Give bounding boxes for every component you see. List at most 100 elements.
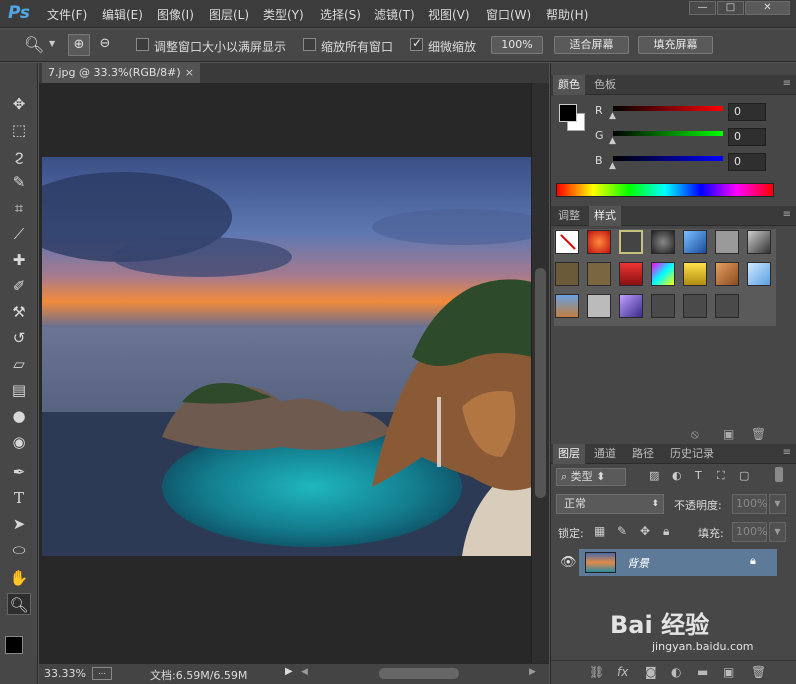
r-slider-handle-icon[interactable]: ▲ xyxy=(609,111,616,121)
style-none[interactable] xyxy=(555,230,579,254)
style-swatch[interactable] xyxy=(587,294,611,318)
opacity-input[interactable]: 100% xyxy=(732,494,767,514)
color-foreground-swatch[interactable] xyxy=(559,104,577,122)
status-menu-arrow-icon[interactable]: ▶ xyxy=(285,666,293,677)
healing-brush-tool-icon[interactable]: ✚ xyxy=(7,249,31,271)
eyedropper-tool-icon[interactable]: ⟋ xyxy=(7,223,31,245)
scrubby-zoom-checkbox[interactable] xyxy=(410,36,423,51)
gradient-tool-icon[interactable]: ▤ xyxy=(7,379,31,401)
zoom-out-icon[interactable]: ⊖ xyxy=(94,34,116,56)
type-tool-icon[interactable]: T xyxy=(7,487,31,509)
document-tab[interactable]: 7.jpg @ 33.3%(RGB/8#) × xyxy=(42,63,200,83)
zoom-tool-preset-icon[interactable]: 🔍︎ xyxy=(24,35,44,54)
link-layers-icon[interactable]: ⛓︎ xyxy=(589,665,604,679)
style-swatch[interactable] xyxy=(747,230,771,254)
style-swatch[interactable] xyxy=(555,262,579,286)
vertical-scrollbar[interactable] xyxy=(531,83,549,663)
document-image[interactable] xyxy=(42,157,532,556)
pen-tool-icon[interactable]: ✒ xyxy=(7,461,31,483)
fill-input[interactable]: 100% xyxy=(732,522,767,542)
style-swatch[interactable] xyxy=(747,262,771,286)
style-swatch[interactable] xyxy=(651,230,675,254)
tab-history[interactable]: 历史记录 xyxy=(665,444,719,464)
b-value[interactable]: 0 xyxy=(728,153,766,171)
hand-tool-icon[interactable]: ✋ xyxy=(7,567,31,589)
zoom-100-button[interactable]: 100% xyxy=(491,36,543,54)
zoom-all-checkbox[interactable] xyxy=(303,38,316,51)
style-swatch[interactable] xyxy=(651,262,675,286)
foreground-color-swatch[interactable] xyxy=(5,636,23,654)
menu-layer[interactable]: 图层(L) xyxy=(209,6,249,23)
blur-tool-icon[interactable]: ● xyxy=(7,405,31,427)
tab-channels[interactable]: 通道 xyxy=(589,444,621,464)
menu-image[interactable]: 图像(I) xyxy=(157,6,194,23)
resize-windows-checkbox[interactable] xyxy=(136,38,149,51)
g-slider[interactable] xyxy=(613,131,723,136)
r-slider[interactable] xyxy=(613,106,723,111)
r-value[interactable]: 0 xyxy=(728,103,766,121)
panel-menu-icon[interactable]: ≡ xyxy=(783,447,791,458)
style-swatch[interactable] xyxy=(619,262,643,286)
layer-row-background[interactable]: 背景 🔒︎ xyxy=(579,549,777,576)
menu-type[interactable]: 类型(Y) xyxy=(263,6,304,23)
clone-stamp-tool-icon[interactable]: ⚒ xyxy=(7,301,31,323)
add-mask-icon[interactable]: ◙ xyxy=(645,665,657,679)
close-tab-icon[interactable]: × xyxy=(185,63,194,83)
scroll-left-icon[interactable]: ◀ xyxy=(301,667,308,677)
style-swatch[interactable] xyxy=(683,294,707,318)
brush-tool-icon[interactable]: ✐ xyxy=(7,275,31,297)
lock-pixels-icon[interactable]: ✎ xyxy=(617,524,627,538)
menu-edit[interactable]: 编辑(E) xyxy=(102,6,143,23)
lock-all-icon[interactable]: 🔒︎ xyxy=(663,524,669,539)
adjustment-layer-icon[interactable]: ◐ xyxy=(671,665,681,679)
tab-paths[interactable]: 路径 xyxy=(627,444,659,464)
opacity-dropdown-icon[interactable]: ▼ xyxy=(769,494,786,514)
tab-adjustments[interactable]: 调整 xyxy=(553,206,585,226)
vertical-scroll-thumb[interactable] xyxy=(535,268,546,498)
crop-tool-icon[interactable]: ⌗ xyxy=(7,197,31,219)
lock-position-icon[interactable]: ✥ xyxy=(640,524,650,538)
menu-filter[interactable]: 滤镜(T) xyxy=(374,6,415,23)
tab-layers[interactable]: 图层 xyxy=(553,444,585,464)
color-spectrum-bar[interactable] xyxy=(556,183,774,197)
layer-visibility-eye-icon[interactable]: 👁︎ xyxy=(560,555,577,570)
b-slider[interactable] xyxy=(613,156,723,161)
style-swatch[interactable] xyxy=(651,294,675,318)
panel-menu-icon[interactable]: ≡ xyxy=(783,78,791,89)
style-swatch[interactable] xyxy=(683,262,707,286)
style-swatch[interactable] xyxy=(715,294,739,318)
zoom-level[interactable]: 33.33% xyxy=(44,667,86,680)
horizontal-scroll-thumb[interactable] xyxy=(379,668,459,679)
status-options-icon[interactable]: ⋯ xyxy=(92,667,112,680)
menu-view[interactable]: 视图(V) xyxy=(428,6,470,23)
tab-styles[interactable]: 样式 xyxy=(589,206,621,226)
move-tool-icon[interactable]: ✥ xyxy=(7,93,31,115)
filter-pixel-icon[interactable]: ▨ xyxy=(649,469,659,482)
dodge-tool-icon[interactable]: ◉ xyxy=(7,431,31,453)
delete-style-icon[interactable]: 🗑︎ xyxy=(751,427,766,441)
panel-menu-icon[interactable]: ≡ xyxy=(783,209,791,220)
new-layer-icon[interactable]: ▣ xyxy=(723,665,734,679)
new-style-icon[interactable]: ▣ xyxy=(723,427,734,441)
style-swatch[interactable] xyxy=(715,230,739,254)
zoom-in-icon[interactable]: ⊕ xyxy=(68,34,90,56)
new-group-icon[interactable]: ▬ xyxy=(697,665,708,679)
style-swatch[interactable] xyxy=(587,262,611,286)
clear-style-icon[interactable]: ⦸ xyxy=(691,427,699,442)
filter-adjustment-icon[interactable]: ◐ xyxy=(672,469,682,482)
b-slider-handle-icon[interactable]: ▲ xyxy=(609,161,616,171)
style-swatch[interactable] xyxy=(555,294,579,318)
menu-file[interactable]: 文件(F) xyxy=(47,6,87,23)
marquee-tool-icon[interactable]: ⬚ xyxy=(7,119,31,141)
chevron-down-icon[interactable]: ▼ xyxy=(49,39,55,48)
delete-layer-icon[interactable]: 🗑︎ xyxy=(751,665,766,679)
ellipse-tool-icon[interactable]: ⬭ xyxy=(7,539,31,561)
g-slider-handle-icon[interactable]: ▲ xyxy=(609,136,616,146)
style-swatch[interactable] xyxy=(619,230,643,254)
path-selection-tool-icon[interactable]: ➤ xyxy=(7,513,31,535)
history-brush-tool-icon[interactable]: ↺ xyxy=(7,327,31,349)
layer-filter-select[interactable]: ⌕ 类型 ⬍ xyxy=(556,468,626,486)
filter-shape-icon[interactable]: ⛶ xyxy=(717,469,725,483)
fill-dropdown-icon[interactable]: ▼ xyxy=(769,522,786,542)
lock-transparent-icon[interactable]: ▦ xyxy=(594,524,605,538)
